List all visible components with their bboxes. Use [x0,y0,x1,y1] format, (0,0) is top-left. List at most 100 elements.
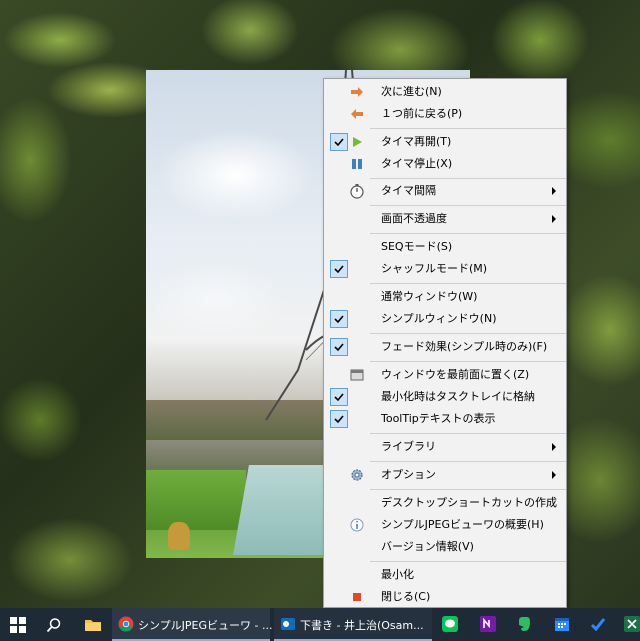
outlook-icon [281,618,295,630]
menu-separator [370,489,566,490]
menu-item-label: 次に進む(N) [381,85,442,98]
checkmark-icon [334,343,344,352]
menu-item-label: タイマ再開(T) [381,135,452,148]
checkmark-box [330,338,348,356]
arrow-right-icon [351,87,363,97]
menu-separator [370,233,566,234]
menu-item-options[interactable]: オプション [324,464,566,486]
menu-item-label: １つ前に戻る(P) [381,107,463,120]
menu-item-label: デスクトップショートカットの作成 [381,496,557,509]
pause-icon [352,159,362,169]
menu-item-timer-interval[interactable]: タイマ間隔 [324,180,566,202]
menu-item-label: タイマ停止(X) [381,157,453,170]
menu-item-close[interactable]: 閉じる(C) [324,586,566,608]
menu-separator [370,433,566,434]
menu-item-label: タイマ間隔 [381,184,436,197]
menu-item-label: シンプルウィンドウ(N) [381,312,497,325]
menu-item-label: SEQモード(S) [381,240,453,253]
menu-separator [370,283,566,284]
menu-item-label: オプション [381,468,436,481]
taskbar-app-outlook-draft[interactable]: 下書き - 井上治(Osam... [274,608,432,641]
menu-item-previous[interactable]: １つ前に戻る(P) [324,103,566,125]
golden-statue [168,522,190,550]
menu-item-label: ウィンドウを最前面に置く(Z) [381,368,530,381]
menu-item-label: シャッフルモード(M) [381,262,488,275]
gear-icon [351,469,363,481]
checkmark-icon [334,265,344,274]
calendar-icon[interactable] [554,616,570,632]
menu-separator [370,205,566,206]
menu-item-label: 通常ウィンドウ(W) [381,290,478,303]
menu-item-normal-window[interactable]: 通常ウィンドウ(W) [324,286,566,308]
submenu-arrow-icon [552,187,556,195]
menu-item-seq-mode[interactable]: SEQモード(S) [324,236,566,258]
start-button[interactable] [0,608,36,641]
submenu-arrow-icon [552,215,556,223]
menu-item-label: ライブラリ [381,440,436,453]
checkmark-icon [334,415,344,424]
submenu-arrow-icon [552,443,556,451]
todo-check-icon[interactable] [590,616,606,632]
checkmark-icon [334,393,344,402]
menu-item-about-app[interactable]: シンプルJPEGビューワの概要(H) [324,514,566,536]
taskbar-app-jpeg-viewer[interactable]: シンプルJPEGビューワ - ... [112,608,273,641]
search-button[interactable] [36,608,72,641]
info-icon [350,518,364,532]
menu-item-simple-window[interactable]: シンプルウィンドウ(N) [324,308,566,330]
menu-item-next[interactable]: 次に進む(N) [324,81,566,103]
evernote-icon[interactable] [516,616,532,632]
checkmark-box [330,310,348,328]
context-menu: 次に進む(N) １つ前に戻る(P) タイマ再開(T) タイマ停止(X) タイマ間… [323,78,567,608]
menu-item-label: シンプルJPEGビューワの概要(H) [381,518,544,531]
windows-logo-icon [10,617,26,633]
menu-item-minimize-to-tray[interactable]: 最小化時はタスクトレイに格納 [324,386,566,408]
menu-item-opacity[interactable]: 画面不透過度 [324,208,566,230]
menu-item-label: バージョン情報(V) [381,540,474,553]
menu-item-always-on-top[interactable]: ウィンドウを最前面に置く(Z) [324,364,566,386]
close-square-icon [353,593,361,601]
menu-item-shuffle-mode[interactable]: シャッフルモード(M) [324,258,566,280]
menu-item-minimize[interactable]: 最小化 [324,564,566,586]
menu-separator [370,333,566,334]
taskbar-app-label: シンプルJPEGビューワ - ... [138,619,273,632]
arrow-left-icon [351,109,363,119]
menu-separator [370,461,566,462]
search-icon [46,618,61,633]
menu-item-label: 閉じる(C) [381,590,431,603]
folder-icon [85,620,101,631]
menu-separator [370,361,566,362]
taskbar-app-label: 下書き - 井上治(Osam... [300,619,424,632]
menu-item-label: ToolTipテキストの表示 [381,412,496,425]
menu-item-fade-effect[interactable]: フェード効果(シンプル時のみ)(F) [324,336,566,358]
checkmark-icon [334,138,344,147]
checkmark-icon [334,315,344,324]
menu-separator [370,178,566,179]
file-explorer-button[interactable] [76,608,110,641]
menu-item-label: フェード効果(シンプル時のみ)(F) [381,340,548,353]
checkmark-box [330,260,348,278]
menu-item-label: 画面不透過度 [381,212,447,225]
menu-item-version-info[interactable]: バージョン情報(V) [324,536,566,558]
lawn [146,470,246,530]
play-icon [353,137,362,147]
menu-separator [370,128,566,129]
onenote-icon[interactable] [480,616,496,632]
menu-separator [370,561,566,562]
menu-item-label: 最小化時はタスクトレイに格納 [381,390,535,403]
checkmark-box [330,133,348,151]
menu-item-create-shortcut[interactable]: デスクトップショートカットの作成 [324,492,566,514]
menu-item-timer-resume[interactable]: タイマ再開(T) [324,131,566,153]
excel-icon[interactable] [624,616,640,632]
window-topmost-icon [350,369,364,381]
menu-item-library[interactable]: ライブラリ [324,436,566,458]
line-icon[interactable] [442,616,458,632]
checkmark-box [330,388,348,406]
taskbar: シンプルJPEGビューワ - ... 下書き - 井上治(Osam... [0,608,640,641]
menu-item-timer-stop[interactable]: タイマ停止(X) [324,153,566,175]
submenu-arrow-icon [552,471,556,479]
menu-item-tooltip-text[interactable]: ToolTipテキストの表示 [324,408,566,430]
menu-item-label: 最小化 [381,568,414,581]
checkmark-box [330,410,348,428]
stopwatch-icon [350,184,364,199]
chrome-icon [118,616,134,632]
